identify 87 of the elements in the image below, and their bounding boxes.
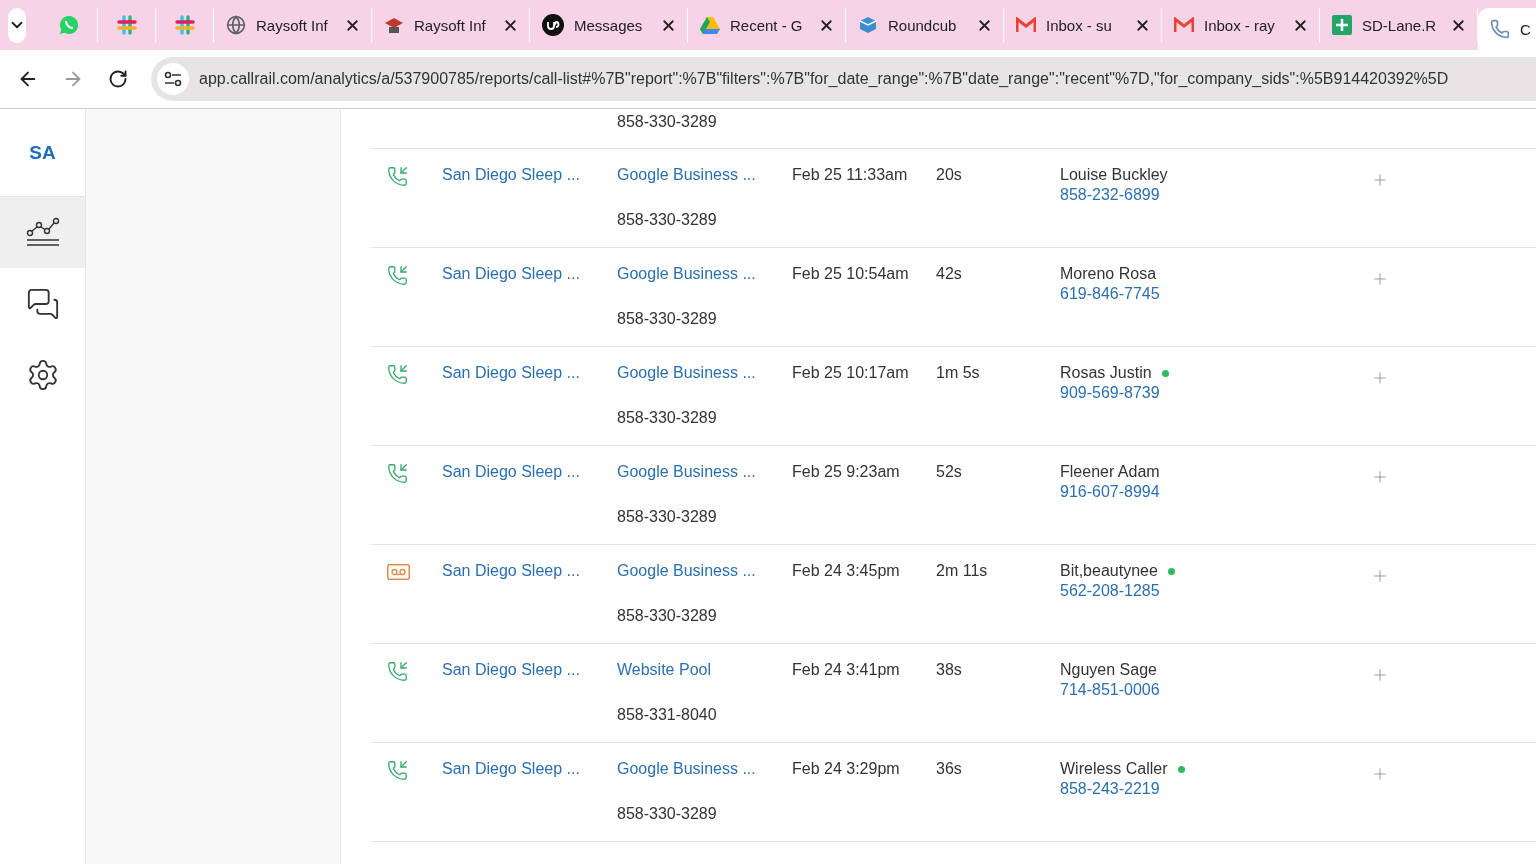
tab-title: SD-Lane.R bbox=[1362, 16, 1438, 34]
caller-number-link[interactable]: 858-243-2219 bbox=[1060, 779, 1355, 799]
sheet-icon bbox=[1332, 15, 1352, 35]
source-link[interactable]: Google Business ... bbox=[617, 743, 792, 799]
browser-tab[interactable]: SD-Lane.R bbox=[1320, 8, 1478, 42]
browser-tab[interactable]: Raysoft Inf bbox=[372, 8, 530, 42]
tab-title: Inbox - su bbox=[1046, 16, 1113, 34]
hat-icon bbox=[384, 15, 404, 35]
browser-tab[interactable]: Inbox - ray bbox=[1162, 8, 1320, 42]
cube-icon bbox=[858, 15, 878, 35]
call-date: Feb 24 3:29pm bbox=[792, 759, 901, 779]
company-link[interactable]: San Diego Sleep ... bbox=[442, 446, 617, 502]
tracking-number: 858-330-3289 bbox=[617, 408, 717, 428]
company-link[interactable]: San Diego Sleep ... bbox=[442, 743, 617, 799]
caller-name: Rosas Justin bbox=[1060, 363, 1152, 383]
caller-name: Bit,beautynee bbox=[1060, 561, 1158, 581]
tab-title: Raysoft Inf bbox=[414, 16, 487, 34]
source-link[interactable]: Google Business ... bbox=[617, 347, 792, 403]
caller-number-link[interactable]: 916-607-8994 bbox=[1060, 482, 1355, 502]
call-date: Feb 25 10:54am bbox=[792, 264, 910, 284]
caller-name: Moreno Rosa bbox=[1060, 264, 1157, 284]
caller-number-link[interactable]: 909-569-8739 bbox=[1060, 383, 1355, 403]
mail-icon bbox=[1174, 17, 1194, 33]
tab-title: Messages bbox=[574, 16, 644, 34]
hash-icon bbox=[116, 15, 137, 35]
browser-tab[interactable]: Inbox - su bbox=[1004, 8, 1162, 42]
tab-title: Inbox - ray bbox=[1204, 16, 1276, 34]
caller-number-link[interactable]: 858-232-6899 bbox=[1060, 185, 1355, 205]
tab-search-button[interactable] bbox=[8, 7, 26, 43]
call-date: Feb 25 9:23am bbox=[792, 462, 901, 482]
caller-name: Louise Buckley bbox=[1060, 165, 1168, 185]
call-duration: 42s bbox=[936, 264, 963, 284]
hash-icon bbox=[174, 15, 195, 35]
line-chart-icon bbox=[25, 216, 60, 249]
triangle-icon bbox=[700, 16, 720, 34]
caller-number-link[interactable]: 714-851-0006 bbox=[1060, 680, 1355, 700]
company-link[interactable]: San Diego Sleep ... bbox=[442, 644, 617, 700]
tab-title: Recent - G bbox=[730, 16, 804, 34]
tracking-number: 858-330-3289 bbox=[617, 210, 717, 230]
browser-tab[interactable]: C bbox=[1478, 8, 1536, 50]
browser-tab[interactable]: Recent - G bbox=[688, 8, 846, 42]
tracking-number: 858-331-8040 bbox=[617, 705, 717, 725]
browser-tab[interactable]: Messages bbox=[530, 8, 688, 42]
circle-logo-icon bbox=[542, 14, 564, 36]
caller-name: Fleener Adam bbox=[1060, 462, 1160, 482]
source-link[interactable]: Website Pool bbox=[617, 644, 792, 700]
reload-icon bbox=[108, 69, 128, 89]
site-info-icon[interactable] bbox=[157, 63, 189, 95]
tab-title: C bbox=[1520, 20, 1532, 38]
call-date: Feb 24 3:41pm bbox=[792, 660, 901, 680]
chat-bubble-icon bbox=[58, 15, 79, 35]
tracking-number: 858-330-3289 bbox=[617, 507, 717, 527]
tracking-number: 858-330-3289 bbox=[617, 309, 717, 329]
source-link[interactable]: Google Business ... bbox=[617, 545, 792, 601]
chat-icon bbox=[25, 286, 60, 321]
sidebar-item[interactable] bbox=[0, 197, 85, 268]
call-duration: 20s bbox=[936, 165, 963, 185]
call-duration: 52s bbox=[936, 462, 963, 482]
call-duration: 38s bbox=[936, 660, 963, 680]
address-bar[interactable]: app.callrail.com/analytics/a/537900785/reports/call-list#%7B"report":%7B"filters":%7B"for_date_range":%7B"date_range":"recent"%7D,"for_company_sids":%5B914420392%5D bbox=[151, 57, 1536, 101]
tracking-number: 858-330-3289 bbox=[617, 112, 717, 132]
caller-name: Wireless Caller bbox=[1060, 759, 1168, 779]
tab-title: Raysoft Inf bbox=[256, 16, 329, 34]
call-date: Feb 25 11:33am bbox=[792, 165, 909, 185]
phone-icon bbox=[1490, 19, 1510, 39]
tracking-number: 858-330-3289 bbox=[617, 804, 717, 824]
mail-icon bbox=[1016, 17, 1036, 33]
company-link[interactable]: San Diego Sleep ... bbox=[442, 545, 617, 601]
call-duration: 36s bbox=[936, 759, 963, 779]
caller-number-link[interactable]: 619-846-7745 bbox=[1060, 284, 1355, 304]
browser-tab[interactable]: Roundcub bbox=[846, 8, 1004, 42]
source-link[interactable]: Google Business ... bbox=[617, 248, 792, 304]
caller-name: Nguyen Sage bbox=[1060, 660, 1157, 680]
caller-number-link[interactable]: 562-208-1285 bbox=[1060, 581, 1355, 601]
browser-tab[interactable]: Raysoft Inf bbox=[214, 8, 372, 42]
globe-icon bbox=[226, 15, 246, 35]
call-duration: 2m 11s bbox=[936, 561, 989, 581]
tab-title: Roundcub bbox=[888, 16, 958, 34]
company-link[interactable]: San Diego Sleep ... bbox=[442, 248, 617, 304]
source-link[interactable]: Google Business ... bbox=[617, 149, 792, 205]
call-duration: 1m 5s bbox=[936, 363, 981, 383]
call-date: Feb 24 3:45pm bbox=[792, 561, 901, 581]
company-link[interactable]: San Diego Sleep ... bbox=[442, 347, 617, 403]
source-link[interactable]: Google Business ... bbox=[617, 446, 792, 502]
tracking-number: 858-330-3289 bbox=[617, 606, 717, 626]
call-date: Feb 25 10:17am bbox=[792, 363, 910, 383]
company-link[interactable]: San Diego Sleep ... bbox=[442, 149, 617, 205]
